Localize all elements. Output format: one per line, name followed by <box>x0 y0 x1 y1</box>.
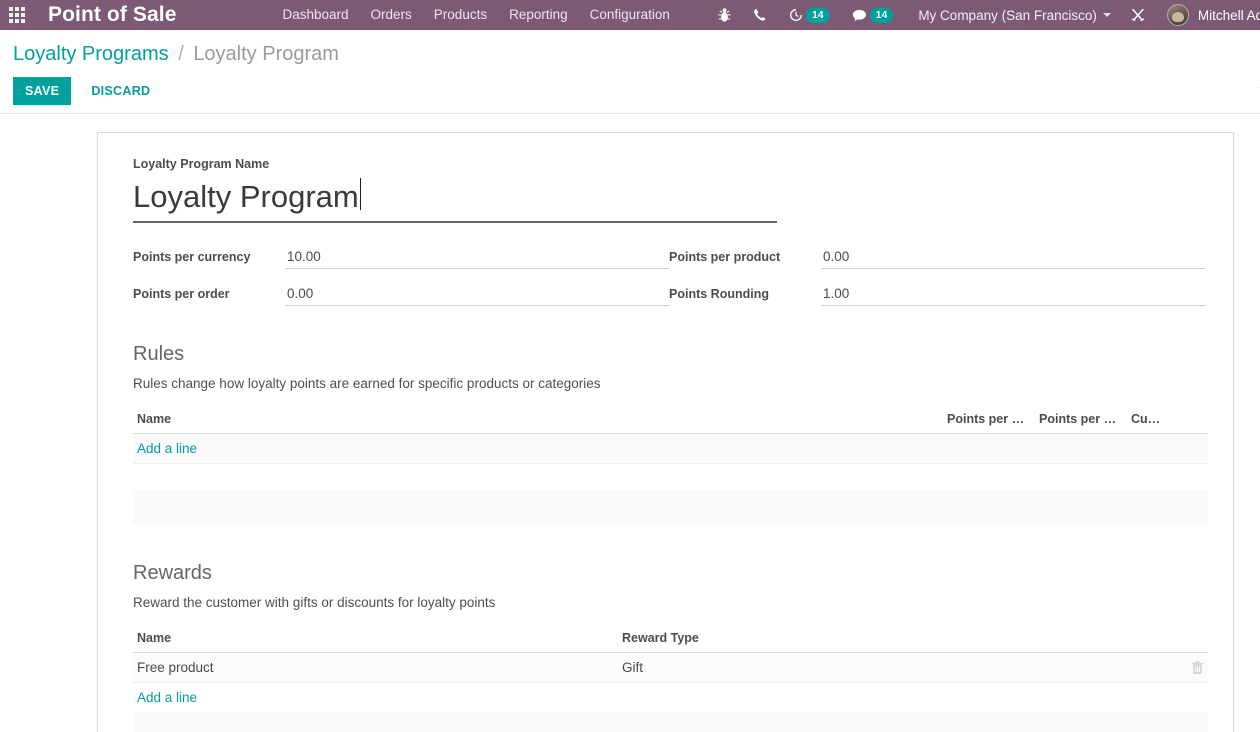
user-name: Mitchell Admin (1580182-13-0 <box>1197 7 1260 23</box>
rewards-description: Reward the customer with gifts or discou… <box>133 594 496 610</box>
messages-icon[interactable]: 14 <box>841 0 905 30</box>
trash-icon[interactable] <box>1191 660 1204 675</box>
rules-filler-row <box>133 489 1208 524</box>
breadcrumb-current: Loyalty Program <box>193 43 339 65</box>
rules-add-a-line[interactable]: Add a line <box>137 441 197 456</box>
rules-col-points-per-1: Points per … <box>943 409 1035 434</box>
control-panel: Loyalty Programs / Loyalty Program SAVE … <box>0 30 1260 114</box>
rules-list: Name Points per … Points per … Cu… Add a… <box>133 409 1208 524</box>
navbar-systray: 14 14 My Company (San Francisco) Mitchel… <box>707 0 1260 30</box>
reward-delete-cell <box>1182 652 1208 683</box>
loyalty-program-name-wrap <box>133 171 777 223</box>
save-button[interactable]: SAVE <box>13 77 72 105</box>
table-row[interactable]: Free product Gift <box>133 652 1208 683</box>
top-navbar: Point of Sale Dashboard Orders Products … <box>0 0 1260 30</box>
points-rounding-label: Points Rounding <box>669 287 769 301</box>
field-column-right: Points per product Points Rounding <box>669 247 1205 321</box>
field-points-per-currency: Points per currency <box>133 247 669 273</box>
menu-item-reporting[interactable]: Reporting <box>498 0 579 30</box>
crossed-tools-icon[interactable] <box>1119 0 1157 30</box>
points-per-product-input[interactable] <box>821 247 1205 269</box>
rules-table: Name Points per … Points per … Cu… Add a… <box>133 409 1208 524</box>
rules-col-points-per-2: Points per … <box>1035 409 1127 434</box>
rewards-list: Name Reward Type Free product Gift Add a… <box>133 627 1208 732</box>
rewards-filler-row <box>133 711 1208 732</box>
breadcrumb: Loyalty Programs / Loyalty Program <box>0 41 1260 67</box>
text-cursor <box>360 178 361 210</box>
chevron-down-icon <box>1102 13 1111 17</box>
discard-button[interactable]: DISCARD <box>79 77 162 105</box>
rewards-col-reward-type: Reward Type <box>618 627 1182 653</box>
field-columns: Points per currency Points per order Poi… <box>133 247 1205 321</box>
company-name: My Company (San Francisco) <box>918 7 1097 23</box>
messages-count-badge: 14 <box>869 7 894 23</box>
user-menu[interactable]: Mitchell Admin (1580182-13-0 <box>1157 4 1260 26</box>
avatar <box>1166 4 1189 26</box>
menu-item-dashboard[interactable]: Dashboard <box>271 0 359 30</box>
form-action-buttons: SAVE DISCARD <box>0 67 1260 105</box>
points-per-currency-input[interactable] <box>285 247 669 269</box>
loyalty-program-name-label: Loyalty Program Name <box>133 157 270 171</box>
rules-col-cumulative: Cu… <box>1127 409 1208 434</box>
activity-clock-icon[interactable]: 14 <box>778 0 841 30</box>
activity-count-badge: 14 <box>805 7 830 23</box>
points-per-currency-label: Points per currency <box>133 250 251 264</box>
rewards-section: Rewards Reward the customer with gifts o… <box>133 560 1208 732</box>
menu-item-products[interactable]: Products <box>423 0 498 30</box>
points-rounding-input[interactable] <box>821 284 1205 306</box>
bug-icon[interactable] <box>707 0 742 30</box>
field-column-left: Points per currency Points per order <box>133 247 669 321</box>
menu-item-orders[interactable]: Orders <box>360 0 423 30</box>
rewards-add-a-line[interactable]: Add a line <box>137 690 197 705</box>
phone-icon[interactable] <box>742 0 778 30</box>
apps-grid-icon[interactable] <box>0 0 34 30</box>
form-sheet: Loyalty Program Name Points per currency… <box>97 132 1234 732</box>
rules-col-name: Name <box>133 409 943 434</box>
field-points-rounding: Points Rounding <box>669 284 1205 310</box>
rules-blank-row <box>133 463 1208 490</box>
field-points-per-product: Points per product <box>669 247 1205 273</box>
rules-title: Rules <box>133 343 185 365</box>
loyalty-program-name-input[interactable] <box>133 177 777 223</box>
rewards-title: Rewards <box>133 561 212 584</box>
field-points-per-order: Points per order <box>133 284 669 310</box>
rules-description: Rules change how loyalty points are earn… <box>133 376 601 391</box>
reward-name-cell[interactable]: Free product <box>133 652 618 683</box>
rules-add-line-row[interactable]: Add a line <box>133 433 1208 464</box>
rules-header-row: Name Points per … Points per … Cu… <box>133 409 1208 434</box>
rewards-col-actions <box>1182 627 1208 653</box>
rewards-add-line-row[interactable]: Add a line <box>133 682 1208 712</box>
points-per-order-label: Points per order <box>133 287 230 301</box>
company-switcher[interactable]: My Company (San Francisco) <box>904 8 1119 23</box>
menu-item-configuration[interactable]: Configuration <box>579 0 681 30</box>
rules-section: Rules Rules change how loyalty points ar… <box>133 341 1208 524</box>
apps-grid-glyph <box>9 7 25 23</box>
main-menu: Dashboard Orders Products Reporting Conf… <box>271 0 680 30</box>
breadcrumb-root-link[interactable]: Loyalty Programs <box>13 43 169 65</box>
reward-type-cell[interactable]: Gift <box>618 652 1182 683</box>
breadcrumb-separator: / <box>178 43 184 65</box>
rewards-table: Name Reward Type Free product Gift Add a… <box>133 627 1208 732</box>
rewards-col-name: Name <box>133 627 618 653</box>
form-scroll-area: Loyalty Program Name Points per currency… <box>0 114 1260 732</box>
rewards-header-row: Name Reward Type <box>133 627 1208 653</box>
points-per-product-label: Points per product <box>669 250 781 264</box>
points-per-order-input[interactable] <box>285 284 669 306</box>
app-brand-title: Point of Sale <box>48 3 177 26</box>
